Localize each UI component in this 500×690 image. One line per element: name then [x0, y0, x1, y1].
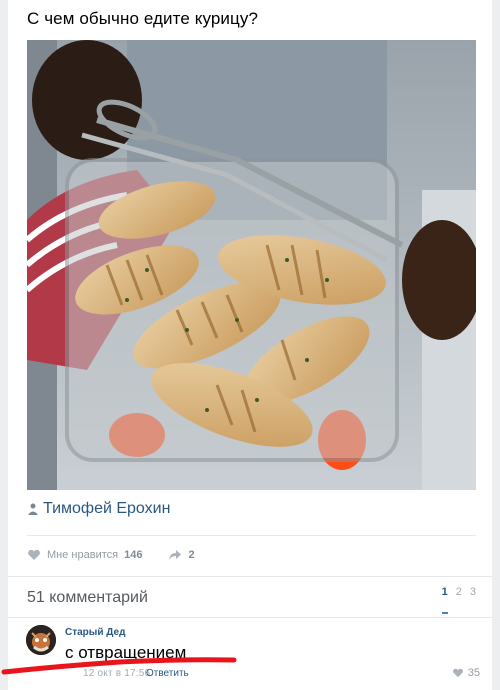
heart-icon[interactable]	[27, 549, 41, 561]
shared-author-name: Тимофей Ерохин	[43, 500, 171, 517]
red-marker-underline	[1, 657, 237, 675]
heart-icon	[452, 668, 463, 678]
post-card: С чем обычно едите курицу? Тимофей Ерохи…	[8, 0, 492, 690]
comment-author[interactable]: Старый Дед	[65, 627, 125, 638]
divider	[8, 576, 492, 577]
like-count: 146	[124, 549, 143, 561]
chicken-photo-illustration	[27, 40, 476, 490]
comments-pagination: 1 2 3	[441, 586, 476, 614]
post-text: С чем обычно едите курицу?	[27, 9, 259, 28]
shared-author[interactable]: Тимофей Ерохин	[27, 498, 170, 520]
comment-like-count: 35	[467, 667, 480, 679]
post-actions: Мне нравится 146 2	[27, 546, 195, 564]
divider	[27, 535, 476, 536]
like-label[interactable]: Мне нравится	[47, 549, 118, 561]
page-3[interactable]: 3	[470, 586, 476, 614]
user-icon	[28, 503, 38, 515]
page-2[interactable]: 2	[456, 586, 462, 614]
comment-likes[interactable]: 35	[452, 667, 480, 679]
comments-count-heading: 51 комментарий	[27, 589, 148, 606]
share-count: 2	[188, 549, 195, 561]
post-photo[interactable]	[27, 40, 476, 490]
divider	[8, 617, 492, 618]
page-1[interactable]: 1	[441, 586, 448, 614]
share-icon[interactable]	[168, 549, 182, 561]
